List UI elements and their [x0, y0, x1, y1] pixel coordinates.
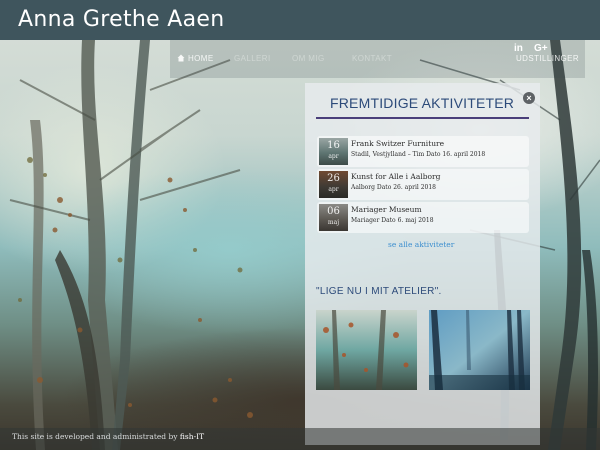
event-detail: Mariager Dato 6. maj 2018 — [351, 217, 434, 224]
nav-home[interactable]: HOME — [188, 54, 214, 63]
footer-text: This site is developed and administrated… — [12, 432, 180, 441]
site-header: Anna Grethe Aaen — [0, 0, 600, 40]
event-date-thumbnail: 06 maj — [319, 204, 348, 231]
panel-divider — [316, 117, 529, 119]
nav-udstillinger[interactable]: UDSTILLINGER — [516, 54, 579, 63]
home-icon[interactable] — [177, 54, 185, 62]
nav-kontakt[interactable]: KONTAKT — [352, 54, 392, 63]
event-name[interactable]: Frank Switzer Furniture — [351, 139, 444, 148]
event-day: 26 — [327, 173, 340, 184]
event-month: maj — [327, 219, 340, 226]
event-day: 16 — [327, 140, 340, 151]
atelier-painting-1[interactable] — [316, 310, 417, 390]
atelier-painting-2[interactable] — [429, 310, 530, 390]
event-item[interactable]: 16 apr Frank Switzer Furniture Stadil, V… — [317, 136, 529, 167]
site-title[interactable]: Anna Grethe Aaen — [18, 7, 224, 32]
event-name[interactable]: Mariager Museum — [351, 205, 422, 214]
event-detail: Aalborg Dato 26. april 2018 — [351, 184, 436, 191]
footer-credit: This site is developed and administrated… — [12, 432, 204, 441]
event-date-thumbnail: 16 apr — [319, 138, 348, 165]
linkedin-icon[interactable]: in — [514, 43, 523, 54]
see-all-activities-link[interactable]: se alle aktiviteter — [388, 240, 454, 249]
event-month: apr — [328, 186, 339, 193]
footer-fish-it-link[interactable]: fish-IT — [180, 432, 204, 441]
event-month: apr — [328, 153, 339, 160]
event-day: 06 — [327, 206, 340, 217]
event-item[interactable]: 06 maj Mariager Museum Mariager Dato 6. … — [317, 202, 529, 233]
atelier-heading: "LIGE NU I MIT ATELIER". — [316, 286, 442, 297]
nav-om-mig[interactable]: OM MIG — [292, 54, 325, 63]
close-icon[interactable]: × — [523, 92, 535, 104]
event-detail: Stadil, Vestjylland – Tim Dato 16. april… — [351, 151, 486, 158]
nav-galleri[interactable]: GALLERI — [234, 54, 271, 63]
googleplus-icon[interactable]: G+ — [534, 43, 548, 54]
panel-title: FREMTIDIGE AKTIVITETER — [330, 95, 515, 111]
event-item[interactable]: 26 apr Kunst for Alle i Aalborg Aalborg … — [317, 169, 529, 200]
event-name[interactable]: Kunst for Alle i Aalborg — [351, 172, 440, 181]
event-date-thumbnail: 26 apr — [319, 171, 348, 198]
